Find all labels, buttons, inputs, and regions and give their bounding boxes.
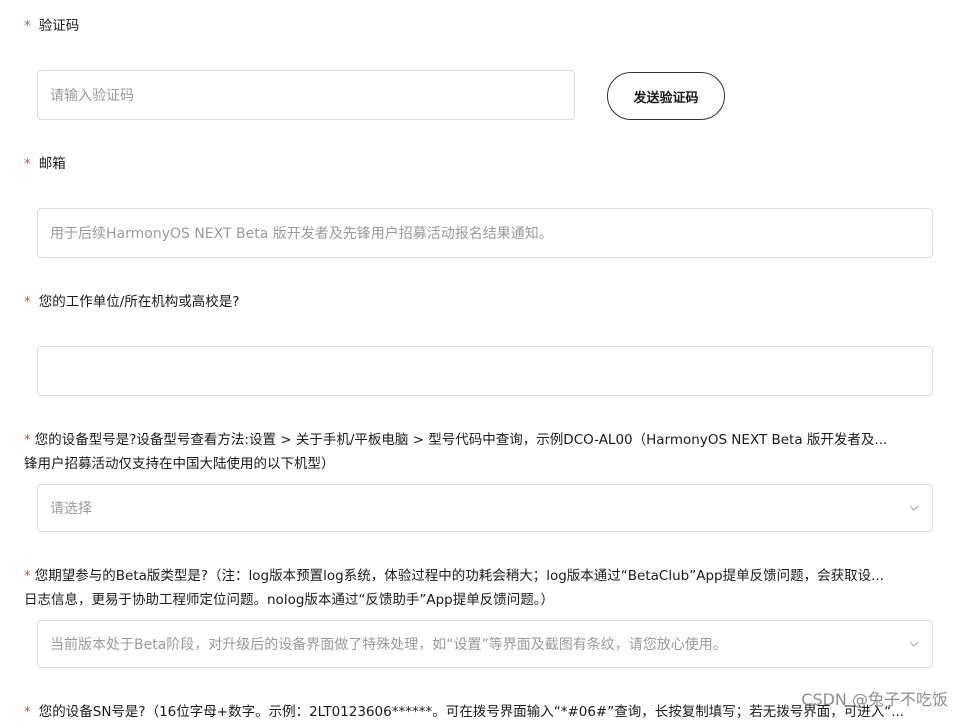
verify-code-label: * 验证码 <box>24 18 80 34</box>
required-mark: * <box>24 156 31 172</box>
device-sn-label: * 您的设备SN号是?（16位字母+数字。示例：2LT0123606******。… <box>24 704 905 720</box>
required-mark: * <box>24 294 31 310</box>
required-mark: * <box>24 432 31 448</box>
required-mark: * <box>24 18 31 34</box>
verify-code-input[interactable]: 请输入验证码 <box>37 70 575 120</box>
device-model-label: * 您的设备型号是?设备型号查看方法:设置 > 关于手机/平板电脑 > 型号代码中… <box>24 432 888 472</box>
email-field[interactable]: 用于后续HarmonyOS NEXT Beta 版开发者及先锋用户招募活动报名结… <box>37 208 933 258</box>
beta-type-select[interactable]: 当前版本处于Beta阶段，对升级后的设备界面做了特殊处理，如“设置”等界面及截图… <box>37 620 933 668</box>
organization-label: * 您的工作单位/所在机构或高校是? <box>24 294 240 310</box>
chevron-down-icon <box>909 641 919 647</box>
send-code-button[interactable]: 发送验证码 <box>607 72 725 120</box>
chevron-down-icon <box>909 505 919 511</box>
organization-input[interactable] <box>37 346 933 396</box>
csdn-watermark: CSDN @兔子不吃饭 <box>801 690 948 709</box>
beta-type-label: * 您期望参与的Beta版类型是?（注：log版本预置log系统，体验过程中的功耗… <box>24 568 884 608</box>
required-mark: * <box>24 568 31 584</box>
email-label: * 邮箱 <box>24 156 66 172</box>
device-model-select[interactable]: 请选择 <box>37 484 933 532</box>
